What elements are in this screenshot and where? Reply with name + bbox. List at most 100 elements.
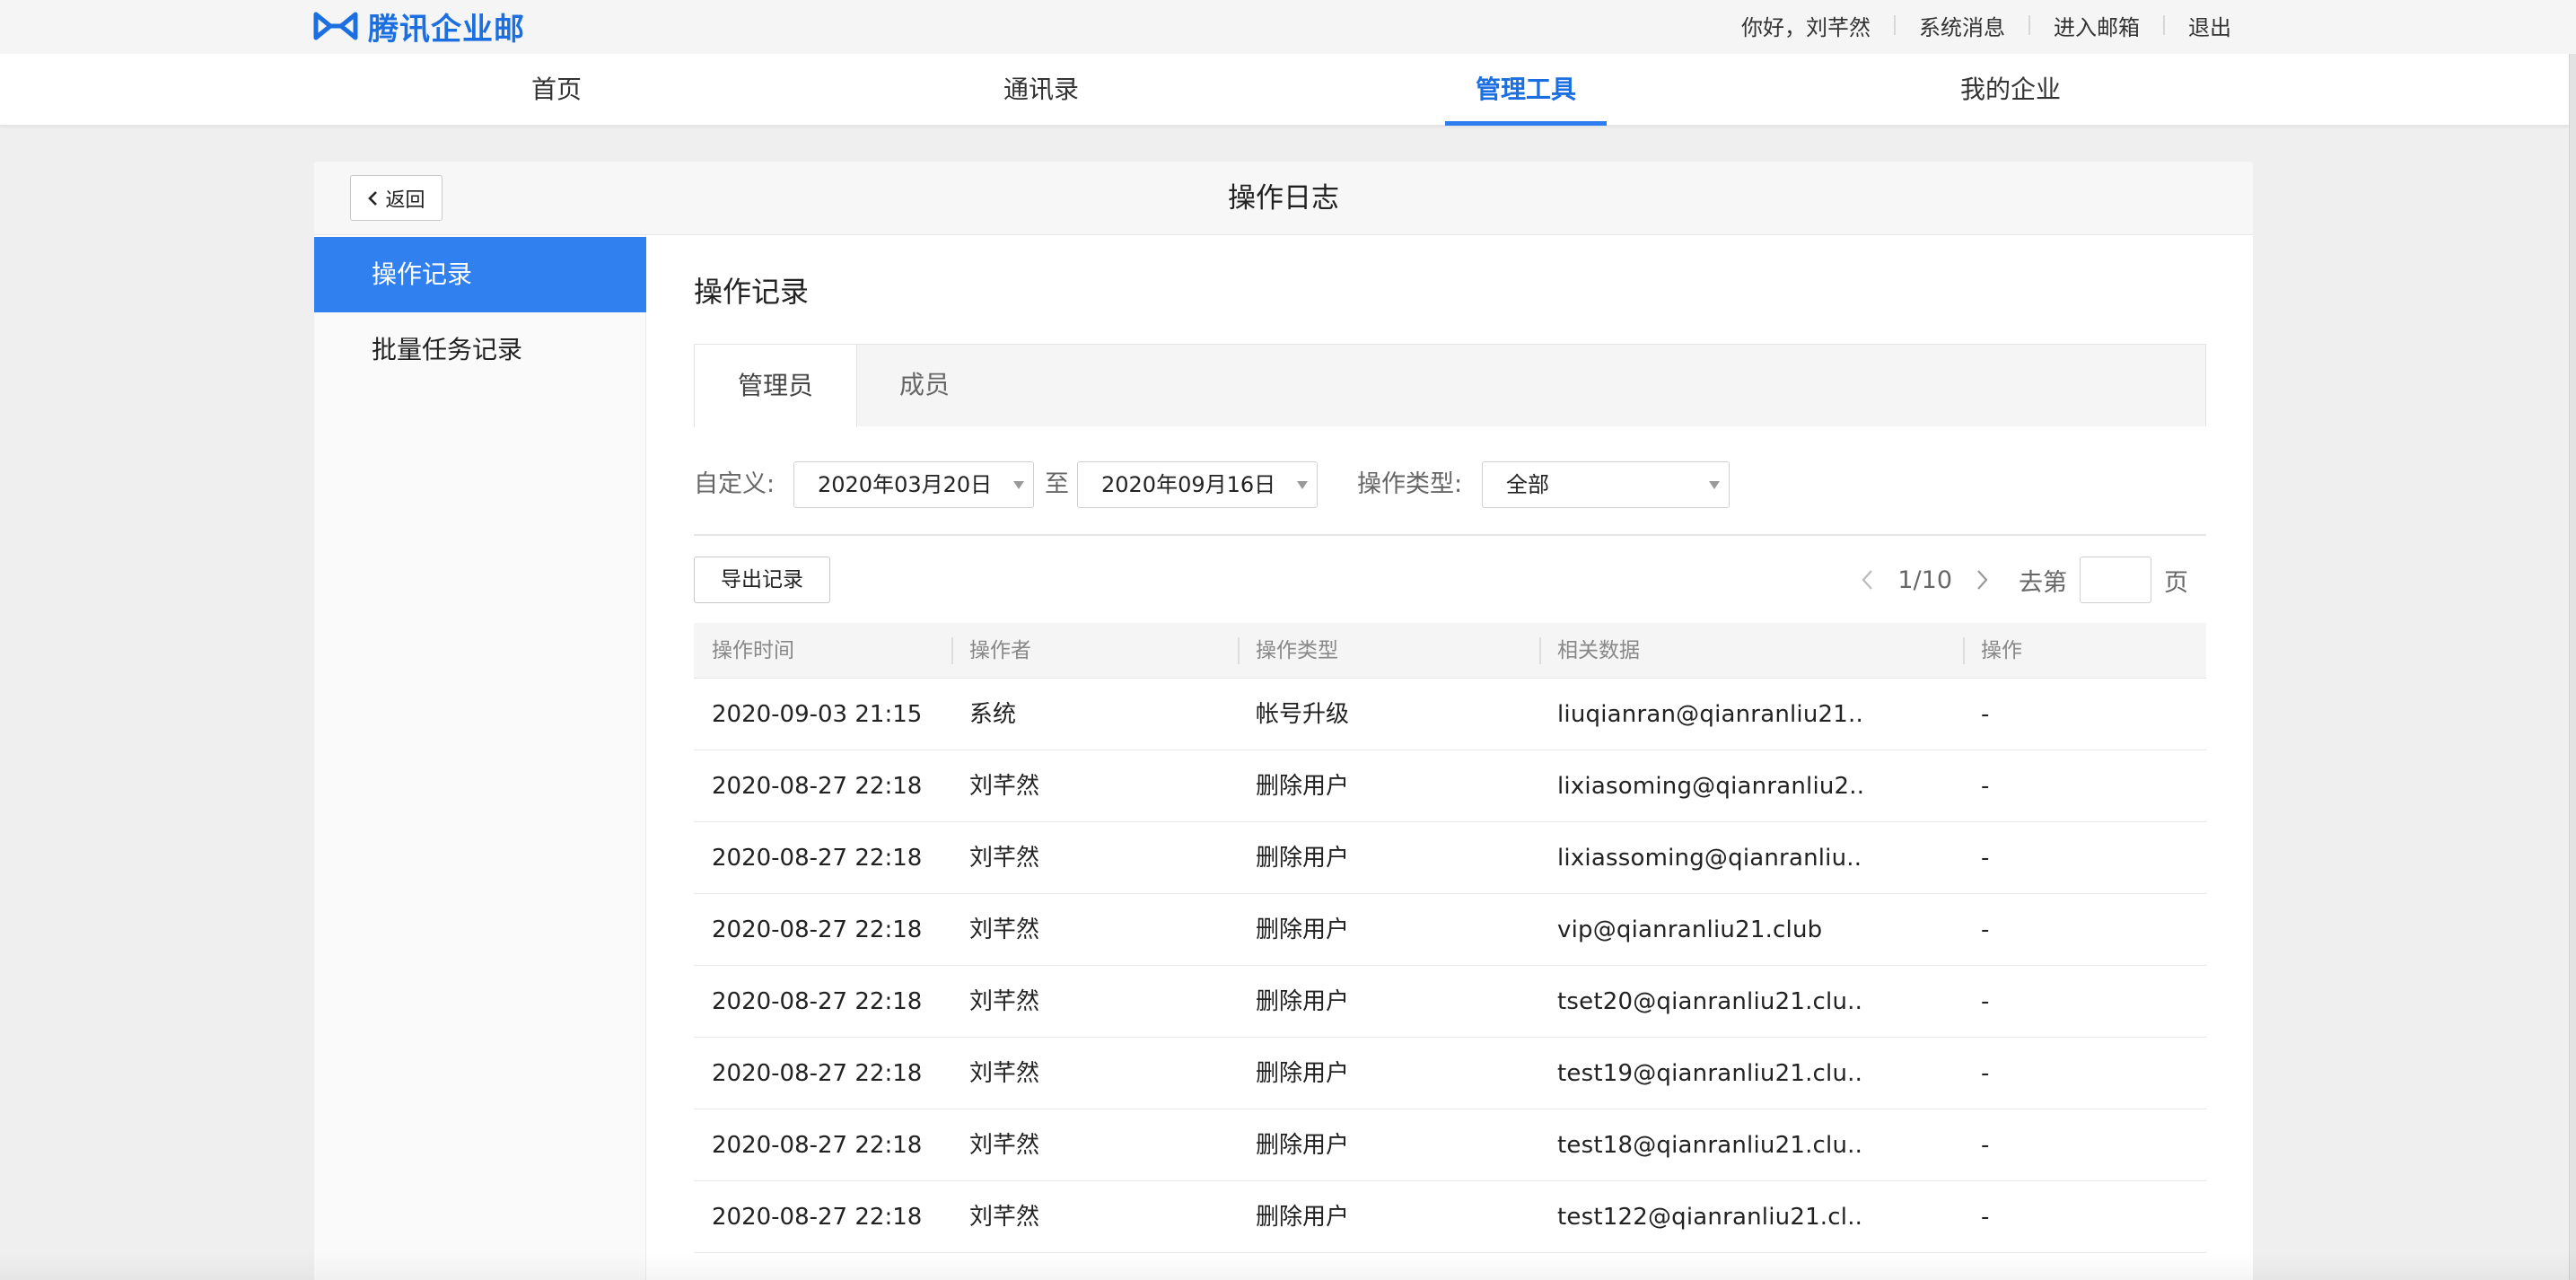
custom-range-label: 自定义: (694, 470, 775, 498)
brand-name: 腾讯企业邮 (368, 11, 525, 48)
back-button[interactable]: 返回 (350, 175, 442, 221)
cell-operator: 刘芊然 (969, 845, 1040, 872)
user-greeting[interactable]: 你好，刘芊然 (1741, 10, 1871, 41)
cell-related-data: liuqianran@qianranliu21.. (1557, 701, 1863, 728)
link-divider (2028, 15, 2030, 35)
table-row: 2020-08-27 22:18 刘芊然 删除用户 test122@qianranli… (694, 1181, 2206, 1253)
cell-action: - (1981, 845, 1990, 872)
cell-related-data: tset20@qianranliu21.clu.. (1557, 988, 1863, 1015)
system-messages-link[interactable]: 系统消息 (1919, 10, 2005, 41)
nav-home[interactable]: 首页 (503, 54, 610, 126)
cell-operator: 刘芊然 (969, 1060, 1040, 1087)
top-bar: 腾讯企业邮 你好，刘芊然 系统消息 进入邮箱 退出 (0, 0, 2576, 54)
cell-related-data: test19@qianranliu21.clu.. (1557, 1060, 1863, 1087)
page-title: 操作日志 (1228, 182, 1339, 215)
panel-header: 操作日志 返回 (314, 162, 2253, 235)
tab-admin[interactable]: 管理员 (694, 344, 857, 427)
pagination: 1/10 去第 页 (1858, 557, 2206, 603)
cell-time: 2020-08-27 22:18 (712, 845, 923, 872)
cell-operator: 刘芊然 (969, 988, 1040, 1015)
user-links: 你好，刘芊然 系统消息 进入邮箱 退出 (1741, 0, 2231, 50)
operation-log-table: 操作时间 操作者 操作类型 相关数据 操作 2020-09-03 21:15 系统… (694, 623, 2206, 1253)
table-row: 2020-08-27 22:18 刘芊然 删除用户 vip@qianranliu21.… (694, 894, 2206, 966)
cell-time: 2020-08-27 22:18 (712, 773, 923, 800)
end-date-select[interactable]: 2020年09月16日 (1077, 461, 1318, 508)
dropdown-arrow-icon (1013, 481, 1024, 489)
logout-link[interactable]: 退出 (2188, 10, 2231, 41)
table-row: 2020-08-27 22:18 刘芊然 删除用户 tset20@qianranliu… (694, 966, 2206, 1038)
table-header: 操作时间 操作者 操作类型 相关数据 操作 (694, 623, 2206, 679)
sidebar: 操作记录 批量任务记录 (314, 235, 646, 1280)
chevron-left-icon (368, 190, 378, 206)
cell-operator: 刘芊然 (969, 773, 1040, 800)
sidebar-item-batch-task-records[interactable]: 批量任务记录 (314, 312, 646, 388)
cell-operator: 系统 (969, 701, 1017, 728)
cell-action: - (1981, 1132, 1990, 1159)
cell-operator: 刘芊然 (969, 1132, 1040, 1159)
cell-time: 2020-09-03 21:15 (712, 701, 923, 728)
cell-type: 删除用户 (1256, 773, 1350, 800)
column-header-action: 操作 (1963, 623, 2022, 679)
brand-logo[interactable]: 腾讯企业邮 (312, 4, 525, 48)
cell-action: - (1981, 916, 1990, 943)
dropdown-arrow-icon (1297, 481, 1308, 489)
date-range-separator: 至 (1045, 470, 1069, 498)
cell-action: - (1981, 773, 1990, 800)
page-suffix-label: 页 (2164, 568, 2188, 597)
tab-members[interactable]: 成员 (857, 344, 992, 426)
table-row: 2020-08-27 22:18 刘芊然 删除用户 lixiasoming@qianr… (694, 750, 2206, 822)
main-nav: 首页 通讯录 管理工具 我的企业 (0, 54, 2569, 126)
table-row: 2020-08-27 22:18 刘芊然 删除用户 test19@qianranliu… (694, 1038, 2206, 1109)
nav-contacts[interactable]: 通讯录 (987, 54, 1095, 126)
nav-my-company[interactable]: 我的企业 (1948, 54, 2073, 126)
role-tabs: 管理员 成员 (694, 344, 2206, 427)
section-title: 操作记录 (694, 275, 810, 309)
end-date-value: 2020年09月16日 (1101, 472, 1276, 497)
cell-related-data: lixiassoming@qianranliu.. (1557, 845, 1862, 872)
cell-time: 2020-08-27 22:18 (712, 916, 923, 943)
cell-type: 删除用户 (1256, 988, 1350, 1015)
cell-operator: 刘芊然 (969, 1204, 1040, 1231)
cell-action: - (1981, 701, 1990, 728)
chevron-left-icon (1862, 570, 1873, 590)
export-records-button[interactable]: 导出记录 (694, 557, 830, 603)
cell-type: 删除用户 (1256, 845, 1350, 872)
next-page-button[interactable] (1974, 567, 1992, 592)
tencent-exmail-logo-icon (313, 12, 358, 40)
enter-mailbox-link[interactable]: 进入邮箱 (2054, 10, 2140, 41)
cell-time: 2020-08-27 22:18 (712, 1060, 923, 1087)
table-body: 2020-09-03 21:15 系统 帐号升级 liuqianran@qianran… (694, 679, 2206, 1253)
operation-type-select[interactable]: 全部 (1482, 461, 1730, 508)
link-divider (1894, 15, 1896, 35)
column-header-type: 操作类型 (1238, 623, 1338, 679)
cell-type: 帐号升级 (1256, 701, 1350, 728)
page-number-input[interactable] (2080, 557, 2151, 603)
scrollbar[interactable] (2569, 54, 2576, 1280)
operation-type-label: 操作类型: (1357, 470, 1463, 498)
start-date-value: 2020年03月20日 (818, 472, 993, 497)
column-header-time: 操作时间 (712, 639, 794, 662)
cell-type: 删除用户 (1256, 1132, 1350, 1159)
cell-related-data: test122@qianranliu21.cl.. (1557, 1204, 1863, 1231)
cell-action: - (1981, 1204, 1990, 1231)
table-row: 2020-09-03 21:15 系统 帐号升级 liuqianran@qianran… (694, 679, 2206, 750)
sidebar-item-operation-records[interactable]: 操作记录 (314, 237, 646, 312)
cell-type: 删除用户 (1256, 1204, 1350, 1231)
cell-action: - (1981, 1060, 1990, 1087)
goto-page-label: 去第 (2019, 568, 2067, 597)
column-header-data: 相关数据 (1539, 623, 1640, 679)
cell-time: 2020-08-27 22:18 (712, 1204, 923, 1231)
table-row: 2020-08-27 22:18 刘芊然 删除用户 test18@qianranliu… (694, 1109, 2206, 1181)
cell-related-data: test18@qianranliu21.clu.. (1557, 1132, 1863, 1159)
start-date-select[interactable]: 2020年03月20日 (793, 461, 1034, 508)
cell-time: 2020-08-27 22:18 (712, 988, 923, 1015)
nav-admin-tools[interactable]: 管理工具 (1445, 54, 1607, 126)
page-indicator: 1/10 (1897, 565, 1952, 594)
filter-bar: 自定义: 2020年03月20日 至 2020年09月16日 操作类型: 全部 (694, 461, 2206, 508)
table-row: 2020-08-27 22:18 刘芊然 删除用户 lixiassoming@qian… (694, 822, 2206, 894)
cell-related-data: vip@qianranliu21.club (1557, 916, 1823, 943)
cell-related-data: lixiasoming@qianranliu2.. (1557, 773, 1865, 800)
chevron-right-icon (1977, 570, 1988, 590)
back-button-label: 返回 (385, 188, 425, 212)
prev-page-button[interactable] (1858, 567, 1876, 592)
